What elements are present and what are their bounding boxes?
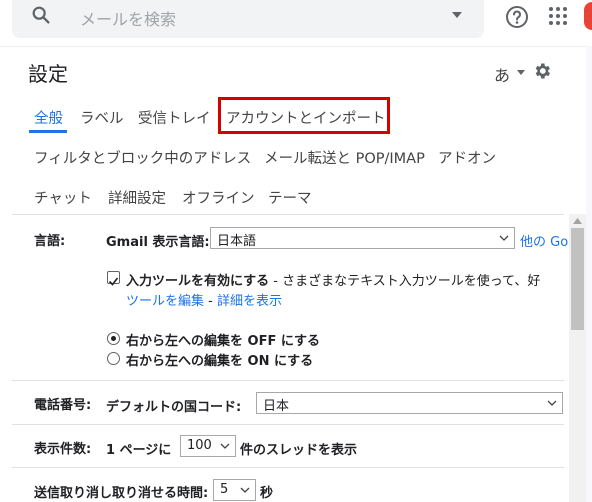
country-code-label: デフォルトの国コード: <box>106 400 242 415</box>
phone-label: 電話番号: <box>34 398 92 413</box>
row-divider <box>12 424 564 425</box>
page-size-prefix: 1 ページに <box>106 443 172 458</box>
other-languages-link[interactable]: 他の Go <box>520 231 568 250</box>
page-size-label: 表示件数: <box>34 442 92 457</box>
search-bar[interactable]: メールを検索 <box>12 0 484 38</box>
help-icon[interactable] <box>504 4 530 30</box>
undo-send-label: 送信取り消し <box>34 486 113 501</box>
search-options-caret-icon[interactable] <box>450 8 464 22</box>
scroll-up-arrow-icon[interactable] <box>573 218 582 224</box>
active-tab-indicator <box>29 130 67 133</box>
search-icon[interactable] <box>30 4 52 26</box>
input-tool-toggle[interactable]: あ <box>494 62 510 86</box>
tab-inbox[interactable]: 受信トレイ <box>138 107 211 128</box>
row-divider <box>12 380 564 381</box>
side-panel-edge <box>586 46 592 502</box>
details-link[interactable]: 詳細を表示 <box>217 294 282 309</box>
display-language-label: Gmail 表示言語: <box>106 235 210 250</box>
undo-send-suffix: 秒 <box>260 486 274 501</box>
input-tools-checkbox[interactable] <box>107 271 120 286</box>
rtl-off-radio[interactable] <box>107 332 120 345</box>
scrollbar-thumb[interactable] <box>571 228 584 330</box>
highlight-box <box>218 97 390 134</box>
checkmark-icon <box>108 277 119 286</box>
tab-addons[interactable]: アドオン <box>438 147 496 168</box>
tab-themes[interactable]: テーマ <box>268 187 312 208</box>
country-code-value: 日本 <box>263 399 290 414</box>
chevron-down-icon <box>220 443 230 449</box>
tabs-divider <box>12 214 564 215</box>
undo-send-select[interactable]: 5 <box>213 479 256 501</box>
display-language-value: 日本語 <box>217 234 257 249</box>
tab-labels[interactable]: ラベル <box>80 107 124 128</box>
page-size-select[interactable]: 100 <box>180 435 236 457</box>
rtl-off-label: 右から左への編集を OFF にする <box>126 334 320 349</box>
account-avatar[interactable] <box>584 2 592 30</box>
display-language-select[interactable]: 日本語 <box>210 227 515 249</box>
chevron-down-icon <box>240 487 250 493</box>
link-separator: - <box>204 294 217 309</box>
input-tool-caret-icon[interactable] <box>517 70 525 76</box>
top-divider <box>0 46 592 47</box>
tab-filters-and-blocked[interactable]: フィルタとブロック中のアドレス <box>34 147 251 168</box>
rtl-on-label: 右から左への編集を ON にする <box>126 354 314 369</box>
tab-chat[interactable]: チャット <box>34 187 92 208</box>
chevron-down-icon <box>547 400 557 406</box>
tab-forwarding-pop-imap[interactable]: メール転送と POP/IMAP <box>264 147 425 168</box>
undo-send-value: 5 <box>220 482 229 497</box>
row-divider <box>12 467 564 468</box>
page-size-value: 100 <box>187 438 212 453</box>
chevron-down-icon <box>499 235 509 241</box>
input-tools-description: - さまざまなテキスト入力ツールを使って、好 <box>269 274 541 289</box>
input-tools-label: 入力ツールを有効にする <box>126 274 270 289</box>
apps-grid-icon[interactable] <box>548 6 568 26</box>
search-input[interactable]: メールを検索 <box>80 6 176 30</box>
language-label: 言語: <box>34 234 66 249</box>
gear-icon[interactable] <box>532 61 552 81</box>
country-code-select[interactable]: 日本 <box>256 392 563 414</box>
page-title: 設定 <box>28 62 68 86</box>
page-size-suffix: 件のスレッドを表示 <box>240 443 358 458</box>
tab-offline[interactable]: オフライン <box>182 187 255 208</box>
tab-advanced[interactable]: 詳細設定 <box>108 187 166 208</box>
undo-send-period-label: 取り消せる時間: <box>112 486 209 501</box>
rtl-on-radio[interactable] <box>107 352 120 365</box>
tab-general[interactable]: 全般 <box>34 107 63 128</box>
edit-tools-link[interactable]: ツールを編集 <box>126 294 204 309</box>
